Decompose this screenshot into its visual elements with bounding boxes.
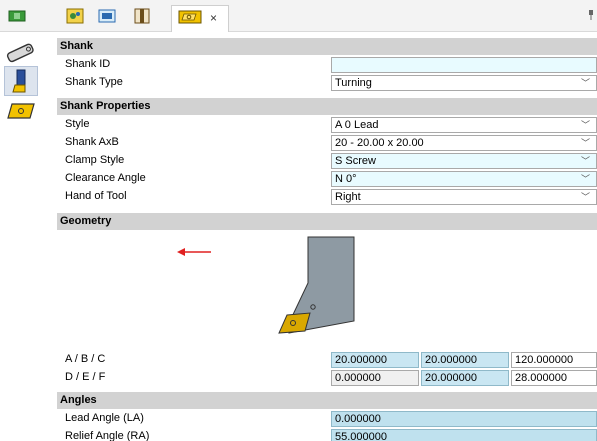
shank-type-label: Shank Type (65, 76, 123, 88)
shank-axb-select[interactable]: 20 - 20.00 x 20.00 ﹀ (331, 135, 597, 151)
relief-angle-field[interactable]: 55.000000 (331, 429, 597, 441)
chevron-down-icon: ﹀ (580, 138, 590, 148)
shank-id-label: Shank ID (65, 58, 111, 70)
insert-icon[interactable] (8, 8, 26, 24)
shank-type-select[interactable]: Turning ﹀ (331, 75, 597, 91)
shank-id-field[interactable] (331, 57, 597, 73)
section-angles-header[interactable]: Angles (57, 392, 597, 409)
style-select[interactable]: A 0 Lead ﹀ (331, 117, 597, 133)
chevron-down-icon: ﹀ (580, 192, 590, 202)
hand-of-tool-value: Right (335, 191, 361, 203)
style-value: A 0 Lead (335, 119, 379, 131)
clamp-style-select[interactable]: S Screw ﹀ (331, 153, 597, 169)
image-icon[interactable] (98, 8, 116, 24)
lead-angle-field[interactable]: 0.000000 (331, 411, 597, 427)
shank-geometry-diagram (177, 236, 355, 334)
dimension-a-field[interactable]: 20.000000 (331, 352, 419, 368)
toolbar: × (0, 0, 597, 32)
chevron-down-icon: ﹀ (580, 156, 590, 166)
dimension-b-field[interactable]: 20.000000 (421, 352, 509, 368)
def-label: D / E / F (65, 371, 106, 383)
lead-angle-value: 0.000000 (335, 413, 381, 425)
clamp-style-label: Clamp Style (65, 154, 125, 166)
relief-angle-label: Relief Angle (RA) (65, 430, 150, 441)
close-icon[interactable]: × (210, 12, 217, 24)
lead-angle-label: Lead Angle (LA) (65, 412, 144, 424)
left-icon-strip (0, 33, 44, 441)
holder-icon[interactable] (4, 38, 38, 68)
clearance-angle-value: N 0° (335, 173, 357, 185)
pin-icon[interactable] (587, 9, 595, 24)
abc-label: A / B / C (65, 353, 106, 365)
dimension-f-field[interactable]: 28.000000 (511, 370, 597, 386)
clearance-angle-select[interactable]: N 0° ﹀ (331, 171, 597, 187)
insert-tab-icon (178, 9, 202, 28)
hand-of-tool-select[interactable]: Right ﹀ (331, 189, 597, 205)
chevron-down-icon: ﹀ (580, 120, 590, 130)
hand-of-tool-label: Hand of Tool (65, 190, 127, 202)
dimension-d-field[interactable]: 0.000000 (331, 370, 419, 386)
clamp-style-value: S Screw (335, 155, 376, 167)
shank-icon[interactable] (4, 66, 38, 96)
shank-axb-label: Shank AxB (65, 136, 119, 148)
clearance-angle-label: Clearance Angle (65, 172, 146, 184)
insert-icon[interactable] (4, 96, 38, 126)
shank-axb-value: 20 - 20.00 x 20.00 (335, 137, 424, 149)
section-shank-header[interactable]: Shank (57, 38, 597, 55)
insert-shape (278, 312, 311, 334)
columns-icon[interactable] (133, 8, 151, 24)
left-arrow-icon (177, 248, 185, 256)
dimension-e-field[interactable]: 20.000000 (421, 370, 509, 386)
clamp-screw (310, 304, 316, 310)
gears-icon[interactable] (66, 8, 84, 24)
chevron-down-icon: ﹀ (580, 78, 590, 88)
style-label: Style (65, 118, 90, 130)
relief-angle-value: 55.000000 (335, 431, 387, 441)
section-geometry-header[interactable]: Geometry (57, 213, 597, 230)
chevron-down-icon: ﹀ (580, 174, 590, 184)
dimension-c-field[interactable]: 120.000000 (511, 352, 597, 368)
shank-type-value: Turning (335, 77, 372, 89)
tab-insert[interactable]: × (171, 5, 229, 32)
section-shank-properties-header[interactable]: Shank Properties (57, 98, 597, 115)
